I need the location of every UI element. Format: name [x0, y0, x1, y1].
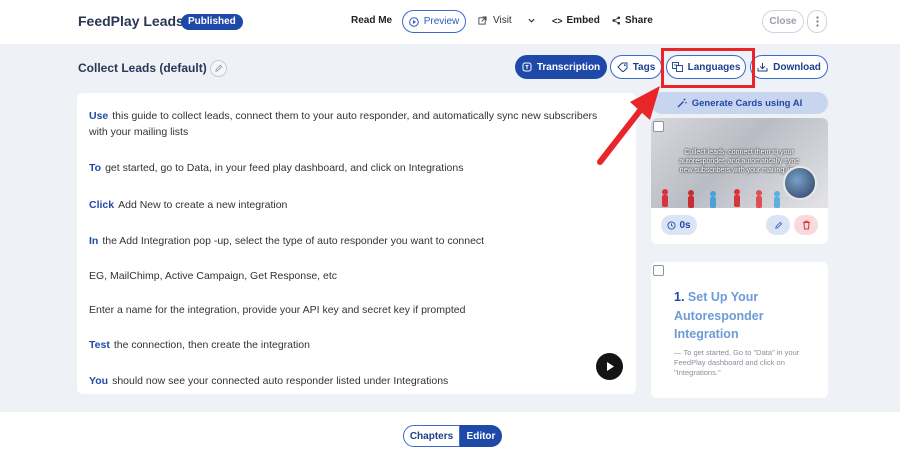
thumbnail-caption: Collect leads, connect them to your auto…	[679, 149, 799, 174]
generate-cards-button[interactable]: Generate Cards using AI	[651, 92, 828, 114]
card-thumbnail: Collect leads, connect them to your auto…	[651, 118, 828, 208]
transcript-text: EG, MailChimp, Active Campaign, Get Resp…	[89, 270, 338, 282]
chapter-title: 1. Set Up Your Autoresponder Integration	[674, 288, 814, 344]
transcript-keyword: To	[89, 162, 102, 174]
external-link-icon	[478, 16, 487, 25]
transcript-line: Test the connection, then create the inte…	[89, 337, 629, 353]
editor-button[interactable]: Editor	[460, 425, 502, 447]
transcript-keyword: In	[89, 235, 99, 247]
transcript-text: should now see your connected auto respo…	[112, 375, 449, 387]
chevron-down-icon[interactable]	[528, 18, 535, 23]
transcript-text: this guide to collect leads, connect the…	[112, 110, 598, 122]
transcript-line: You should now see your connected auto re…	[89, 373, 629, 389]
card-video[interactable]: Collect leads, connect them to your auto…	[651, 118, 828, 244]
clock-icon	[667, 220, 676, 230]
chapter-number: 1.	[674, 290, 685, 304]
card-checkbox[interactable]	[653, 265, 664, 276]
transcript-line: Click Add New to create a new integration	[89, 197, 629, 213]
tab-transcription[interactable]: Transcription	[515, 55, 607, 79]
generate-cards-label: Generate Cards using AI	[691, 97, 803, 109]
section-title: Collect Leads (default)	[78, 61, 207, 75]
highlight-box	[661, 48, 755, 88]
tab-download[interactable]: Download	[750, 55, 828, 79]
share-link[interactable]: Share	[612, 15, 653, 26]
magic-wand-icon	[677, 98, 687, 108]
transcript-keyword: Use	[89, 110, 109, 122]
transcript-line: To get started, go to Data, in your feed …	[89, 160, 629, 176]
transcript-line: In the Add Integration pop -up, select th…	[89, 233, 629, 249]
tag-icon	[616, 62, 628, 72]
transcript-panel[interactable]: Use this guide to collect leads, connect …	[77, 93, 636, 394]
embed-link[interactable]: <> Embed	[552, 15, 600, 26]
transcript-icon	[522, 62, 532, 72]
play-button[interactable]	[596, 353, 623, 380]
preview-label: Preview	[423, 16, 460, 27]
vertical-dots-icon	[815, 16, 819, 27]
close-button[interactable]: Close	[762, 10, 804, 33]
download-icon	[757, 62, 768, 72]
top-bar: FeedPlay Leads Published Read Me Preview…	[0, 0, 900, 44]
share-icon	[612, 16, 621, 25]
editor-label: Editor	[466, 430, 496, 442]
read-me-link[interactable]: Read Me	[351, 15, 392, 26]
transcript-text: get started, go to Data, in your feed pl…	[105, 162, 464, 174]
duration-label: 0s	[679, 219, 691, 231]
transcript-keyword: You	[89, 375, 109, 387]
pencil-icon	[214, 64, 223, 73]
close-label: Close	[769, 16, 797, 27]
delete-card-button[interactable]	[794, 215, 818, 235]
read-me-label: Read Me	[351, 15, 393, 26]
transcript-text: Enter a name for the integration, provid…	[89, 304, 466, 316]
globe-logo-icon	[783, 166, 817, 200]
chapter-title-text: Set Up Your Autoresponder Integration	[674, 290, 764, 341]
chapters-button[interactable]: Chapters	[403, 425, 460, 447]
transcript-keyword: Test	[89, 339, 110, 351]
transcript-line: Enter a name for the integration, provid…	[89, 302, 629, 318]
transcript-line: EG, MailChimp, Active Campaign, Get Resp…	[89, 268, 629, 284]
share-label: Share	[625, 15, 653, 26]
transcript-line: with your mailing lists	[89, 124, 629, 140]
app-title: FeedPlay Leads	[78, 13, 184, 29]
tab-tags[interactable]: Tags	[610, 55, 662, 79]
transcript-text: the connection, then create the integrat…	[113, 339, 310, 351]
play-circle-icon	[408, 16, 419, 27]
code-icon: <>	[552, 15, 563, 26]
preview-button[interactable]: Preview	[402, 10, 466, 33]
transcript-text: the Add Integration pop -up, select the …	[102, 235, 485, 247]
tab-download-label: Download	[773, 61, 821, 73]
transcript-text: Add New to create a new integration	[118, 199, 288, 211]
tab-transcription-label: Transcription	[536, 61, 601, 73]
pencil-icon	[774, 221, 783, 230]
red-arrow-icon	[597, 86, 660, 165]
play-icon	[605, 361, 615, 372]
tab-tags-label: Tags	[632, 61, 656, 73]
transcript-text: with your mailing lists	[89, 126, 189, 138]
edit-title-button[interactable]	[210, 60, 227, 77]
transcript-line: Use this guide to collect leads, connect …	[89, 108, 629, 124]
card-chapter[interactable]: 1. Set Up Your Autoresponder Integration…	[651, 262, 828, 398]
visit-label: Visit	[493, 15, 512, 26]
trash-icon	[802, 220, 811, 230]
chapter-description: — To get started, Go to "Data" in your F…	[674, 348, 800, 377]
transcript-keyword: Click	[89, 199, 115, 211]
edit-card-button[interactable]	[766, 215, 790, 235]
more-options-button[interactable]	[807, 10, 827, 33]
embed-label: Embed	[566, 15, 600, 26]
status-badge: Published	[181, 14, 243, 30]
visit-link[interactable]: Visit	[478, 15, 535, 26]
chapters-label: Chapters	[409, 430, 454, 442]
duration-badge[interactable]: 0s	[661, 215, 697, 235]
